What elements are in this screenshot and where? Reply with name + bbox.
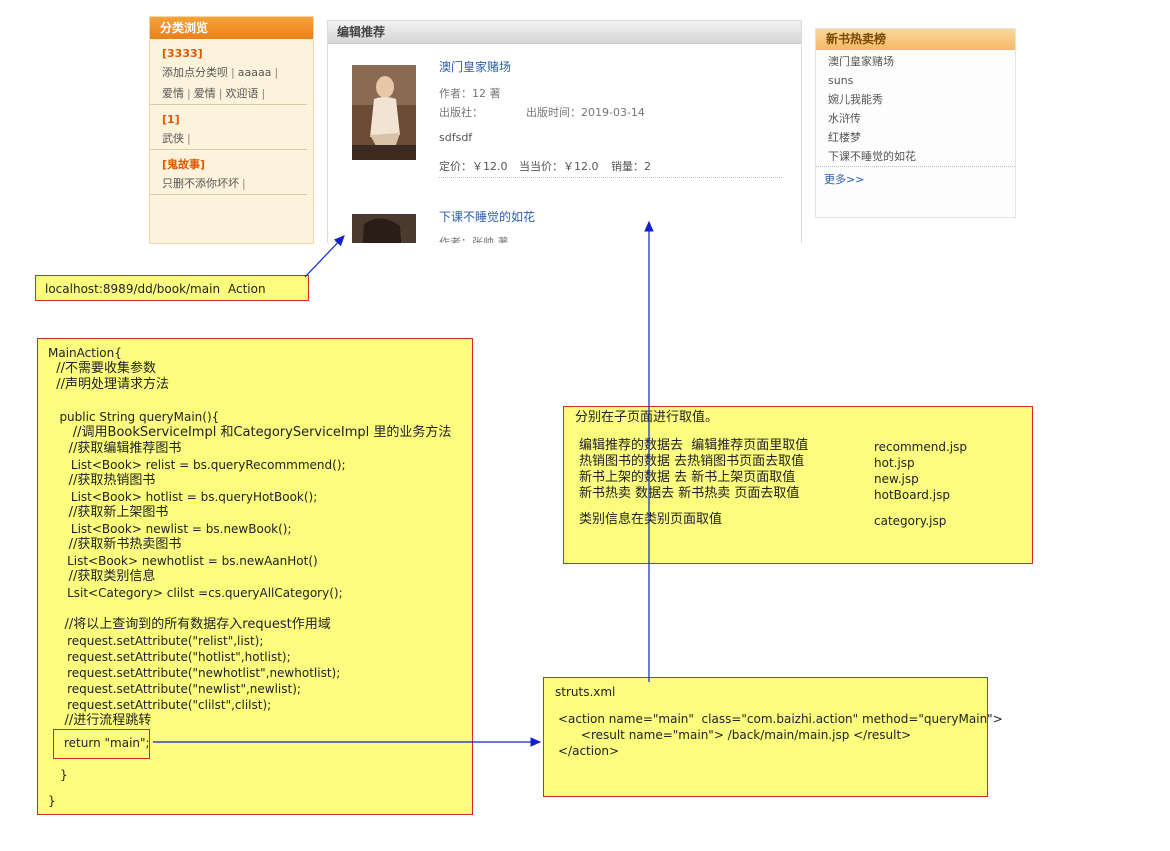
connector-arrows [153, 220, 654, 747]
arrow-url-to-page [304, 235, 345, 278]
